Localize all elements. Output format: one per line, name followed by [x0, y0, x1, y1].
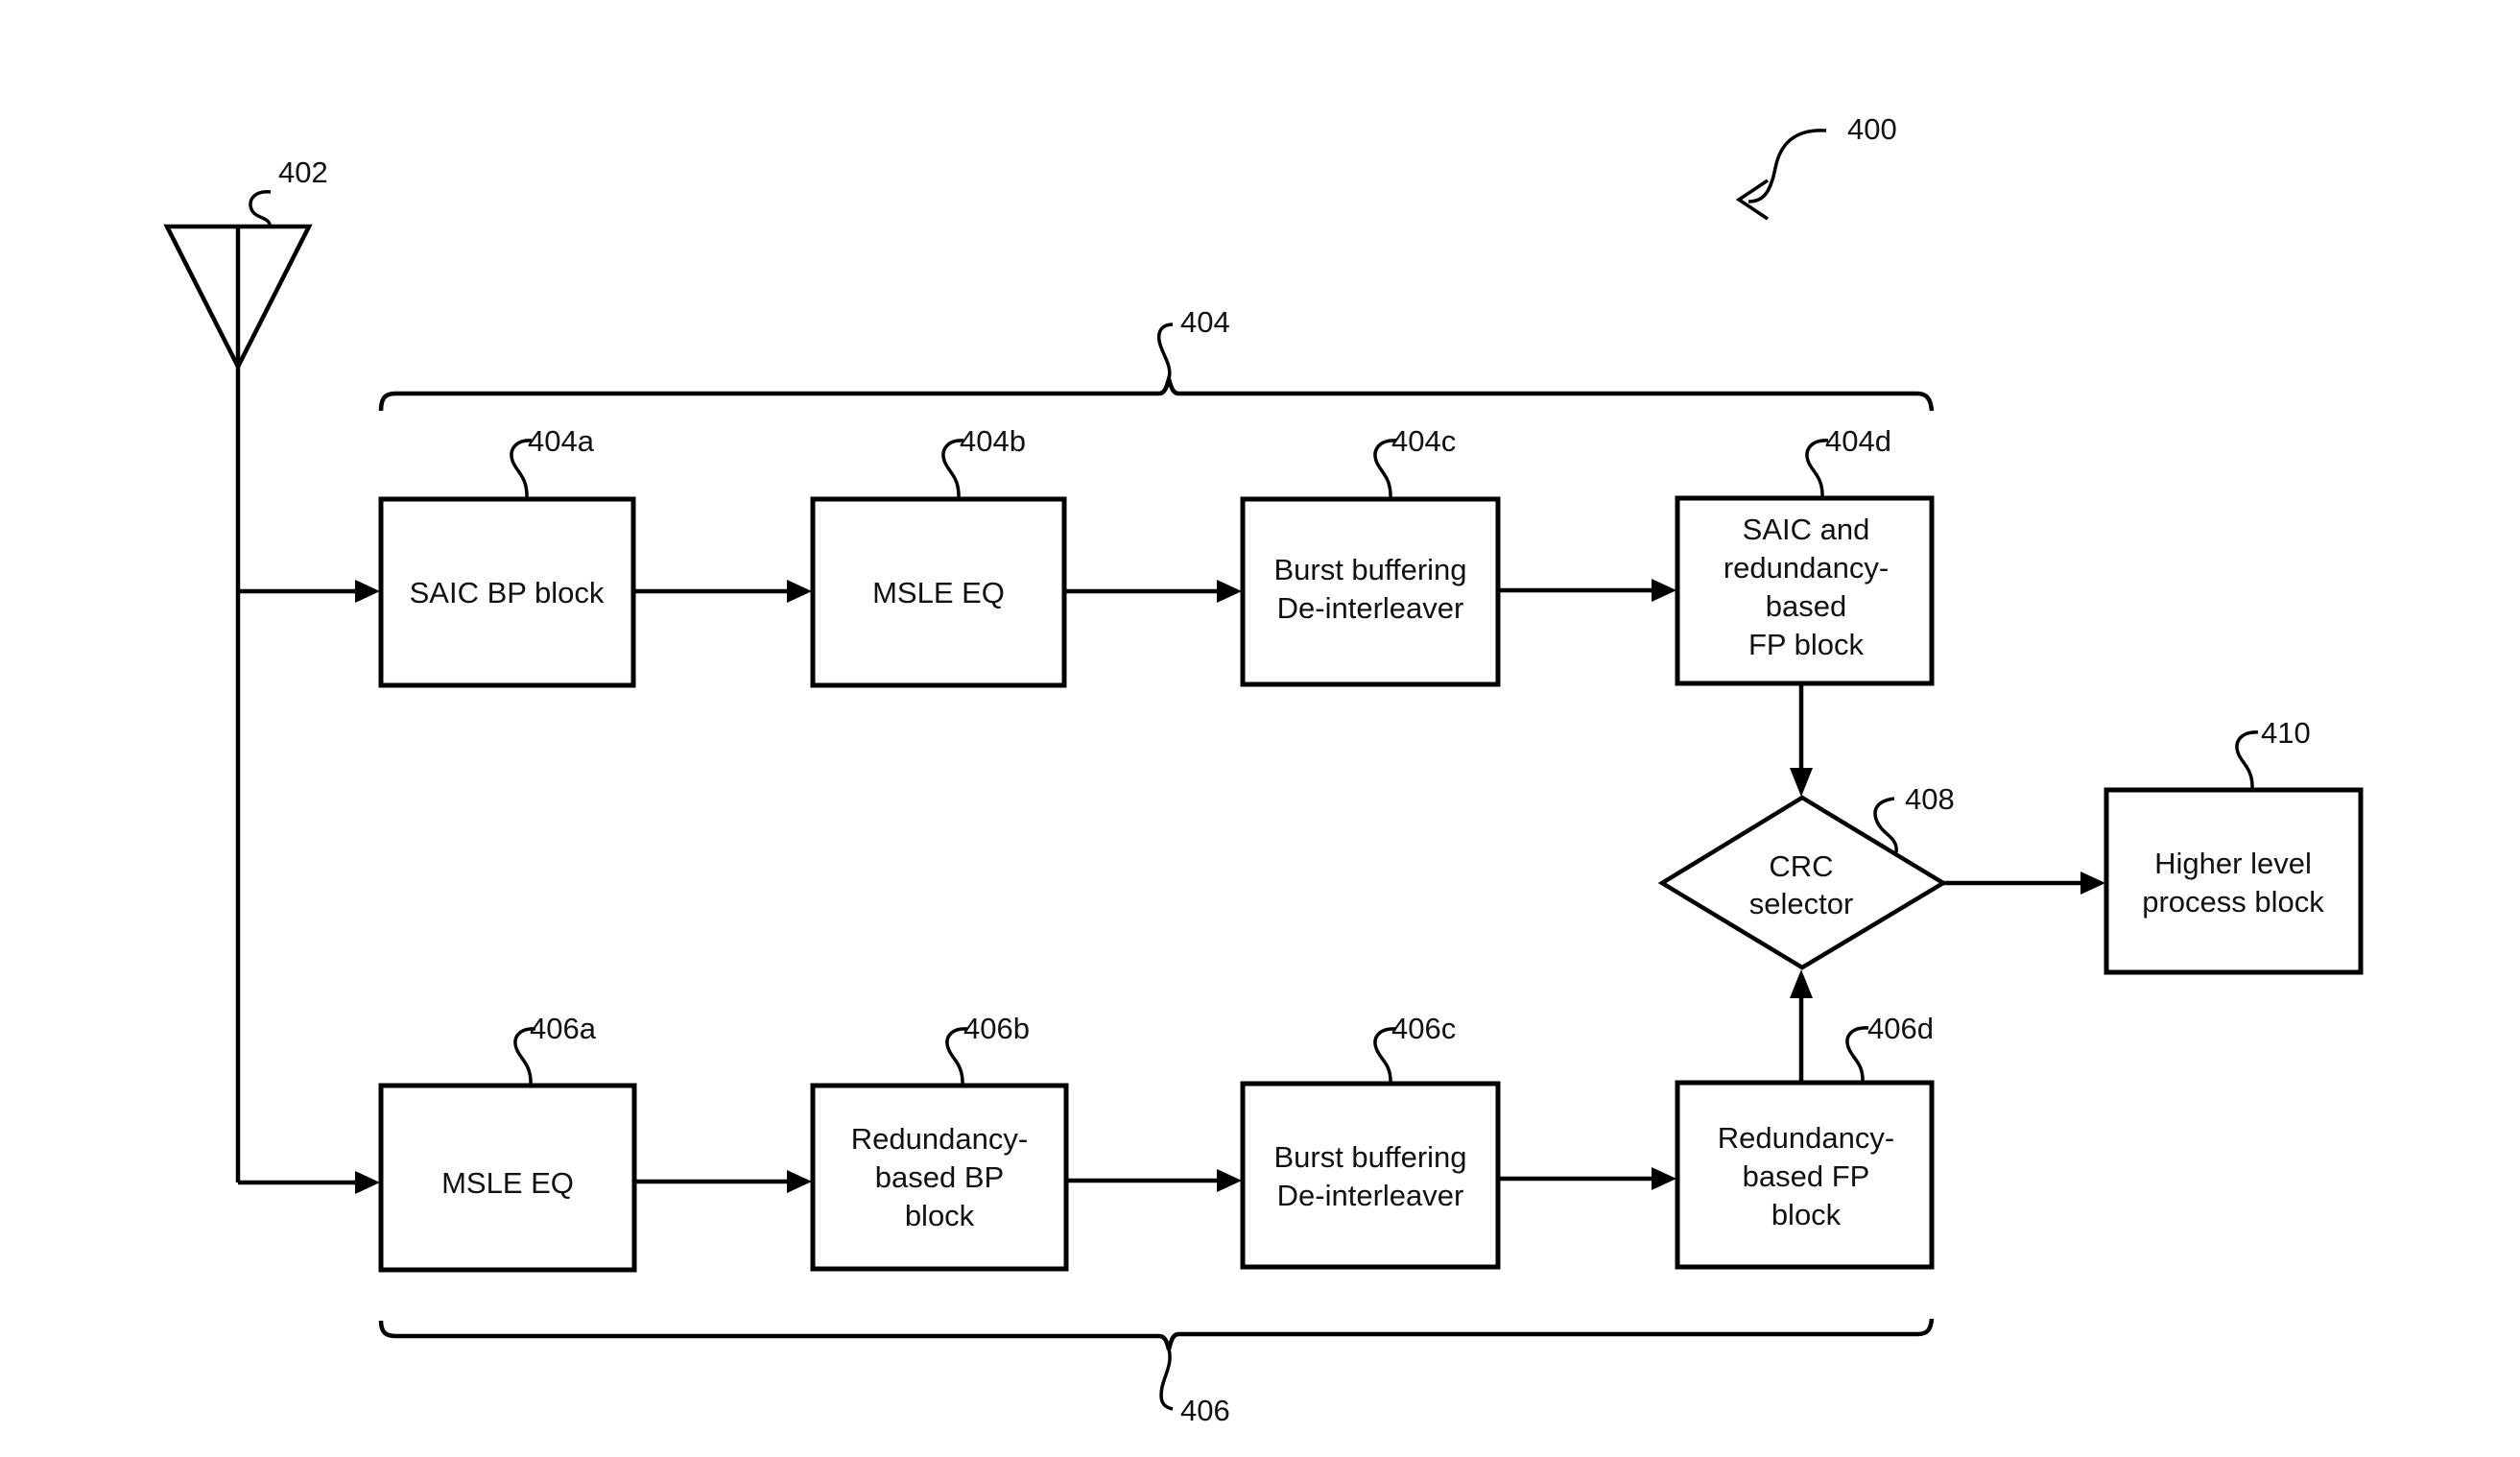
block-406c[interactable]: 406c Burst buffering De-interleaver — [1240, 1012, 1501, 1270]
crc-selector-408[interactable]: 408 CRC selector — [1657, 782, 1955, 970]
block-404b[interactable]: 404b MSLE EQ — [810, 424, 1067, 688]
ref-label-404c: 404c — [1391, 424, 1456, 458]
ref-label-406d: 406d — [1867, 1012, 1934, 1045]
arrow-head-icon — [787, 1170, 812, 1193]
arrow-head-icon — [1790, 969, 1813, 998]
ref-label-404d: 404d — [1825, 424, 1891, 458]
arrow-head-icon — [787, 580, 812, 603]
ref-label-404a: 404a — [528, 424, 595, 458]
ref-label-406a: 406a — [530, 1012, 597, 1045]
block-label: MSLE EQ — [441, 1166, 574, 1200]
arrow-head-icon — [355, 1171, 380, 1194]
block-label-line1: Higher level — [2154, 847, 2312, 880]
block-label-line1: SAIC and — [1743, 513, 1870, 546]
antenna: 402 — [163, 155, 328, 1182]
brace-404-label: 404 — [1180, 305, 1230, 339]
block-406b[interactable]: 406b Redundancy- based BP block — [810, 1012, 1069, 1272]
block-diagram: 400 402 404 406 404a SAIC BP block 404b … — [163, 112, 2364, 1427]
arrow-head-icon — [1217, 1169, 1242, 1192]
block-label-line2: De-interleaver — [1277, 591, 1464, 625]
block-404a[interactable]: 404a SAIC BP block — [378, 424, 636, 688]
block-label-line1: Burst buffering — [1273, 553, 1466, 586]
block-label-line3: based — [1766, 589, 1846, 623]
block-406d[interactable]: 406d Redundancy- based FP block — [1675, 1012, 1935, 1270]
arrow-head-icon — [1217, 580, 1242, 603]
leader-406d — [1845, 1026, 1869, 1084]
arrow-head-icon — [1652, 579, 1676, 602]
brace-404-leader — [1156, 322, 1174, 380]
arrow-head-icon — [355, 580, 380, 603]
block-label-line3: block — [1771, 1198, 1842, 1231]
block-label-line1: Burst buffering — [1273, 1140, 1466, 1174]
block-404c[interactable]: 404c Burst buffering De-interleaver — [1240, 424, 1501, 687]
ref-label-408: 408 — [1905, 782, 1955, 816]
antenna-ref-label: 402 — [278, 155, 328, 189]
ref-label-406b: 406b — [963, 1012, 1030, 1045]
block-label-line1: Redundancy- — [1718, 1121, 1894, 1155]
brace-406-leader — [1159, 1349, 1174, 1411]
selector-label-line1: CRC — [1769, 849, 1833, 883]
figure-ref-label: 400 — [1847, 112, 1897, 146]
block-label-line2: De-interleaver — [1277, 1179, 1464, 1212]
ref-label-410: 410 — [2261, 716, 2311, 750]
brace-406-label: 406 — [1180, 1394, 1230, 1427]
block-label-line2: based FP — [1743, 1159, 1870, 1193]
ref-label-406c: 406c — [1391, 1012, 1456, 1045]
block-label-line4: FP block — [1748, 628, 1865, 661]
block-label-line3: block — [905, 1199, 975, 1232]
arrow-head-icon — [1790, 768, 1813, 797]
arrow-head-icon — [2080, 872, 2105, 895]
ref-label-404b: 404b — [960, 424, 1026, 458]
block-label: SAIC BP block — [410, 576, 605, 609]
antenna-leader — [249, 190, 272, 227]
block-label-line2: process block — [2142, 885, 2324, 919]
figure-ref-400: 400 — [1735, 112, 1897, 221]
block-404d[interactable]: 404d SAIC and redundancy- based FP block — [1675, 424, 1935, 686]
block-410[interactable]: 410 Higher level process block — [2104, 716, 2364, 975]
block-label: MSLE EQ — [872, 576, 1005, 609]
selector-label-line2: selector — [1749, 887, 1854, 920]
block-label-line2: redundancy- — [1724, 551, 1889, 585]
brace-406: 406 — [378, 1318, 1935, 1427]
block-label-line1: Redundancy- — [851, 1122, 1028, 1156]
block-406a[interactable]: 406a MSLE EQ — [378, 1012, 637, 1273]
brace-404: 404 — [378, 305, 1935, 412]
block-label-line2: based BP — [875, 1160, 1004, 1194]
arrow-head-icon — [1652, 1167, 1676, 1190]
leader-410 — [2235, 730, 2259, 791]
